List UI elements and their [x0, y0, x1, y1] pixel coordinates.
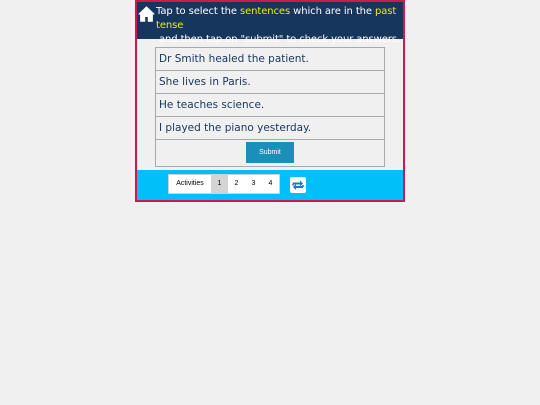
activity-frame: Tap to select the sentences which are in… [135, 0, 405, 202]
refresh-icon[interactable] [290, 177, 306, 193]
submit-button[interactable]: Submit [246, 142, 294, 163]
footer-bar: Activities 1 2 3 4 [137, 170, 403, 200]
home-icon[interactable] [138, 6, 155, 23]
instruction-header: Tap to select the sentences which are in… [137, 2, 403, 45]
instruction-part1: Tap to select the [156, 6, 241, 17]
page-1-button[interactable]: 1 [211, 175, 228, 193]
sentence-option[interactable]: I played the piano yesterday. [156, 117, 384, 140]
sentence-list: Dr Smith healed the patient. She lives i… [155, 47, 385, 167]
activities-button[interactable]: Activities [169, 175, 211, 193]
sentence-option[interactable]: He teaches science. [156, 94, 384, 117]
instruction-text: Tap to select the sentences which are in… [156, 5, 401, 47]
page-4-button[interactable]: 4 [262, 175, 279, 193]
sentence-option[interactable]: She lives in Paris. [156, 71, 384, 94]
instruction-part2: which are in the [290, 6, 376, 17]
page-2-button[interactable]: 2 [228, 175, 245, 193]
submit-row: Submit [156, 140, 384, 166]
instruction-line2: and then tap on "submit" to check your a… [159, 34, 400, 45]
activity-pager: Activities 1 2 3 4 [168, 174, 280, 194]
page-3-button[interactable]: 3 [245, 175, 262, 193]
instruction-highlight-sentences: sentences [240, 6, 291, 17]
sentence-option[interactable]: Dr Smith healed the patient. [156, 48, 384, 71]
